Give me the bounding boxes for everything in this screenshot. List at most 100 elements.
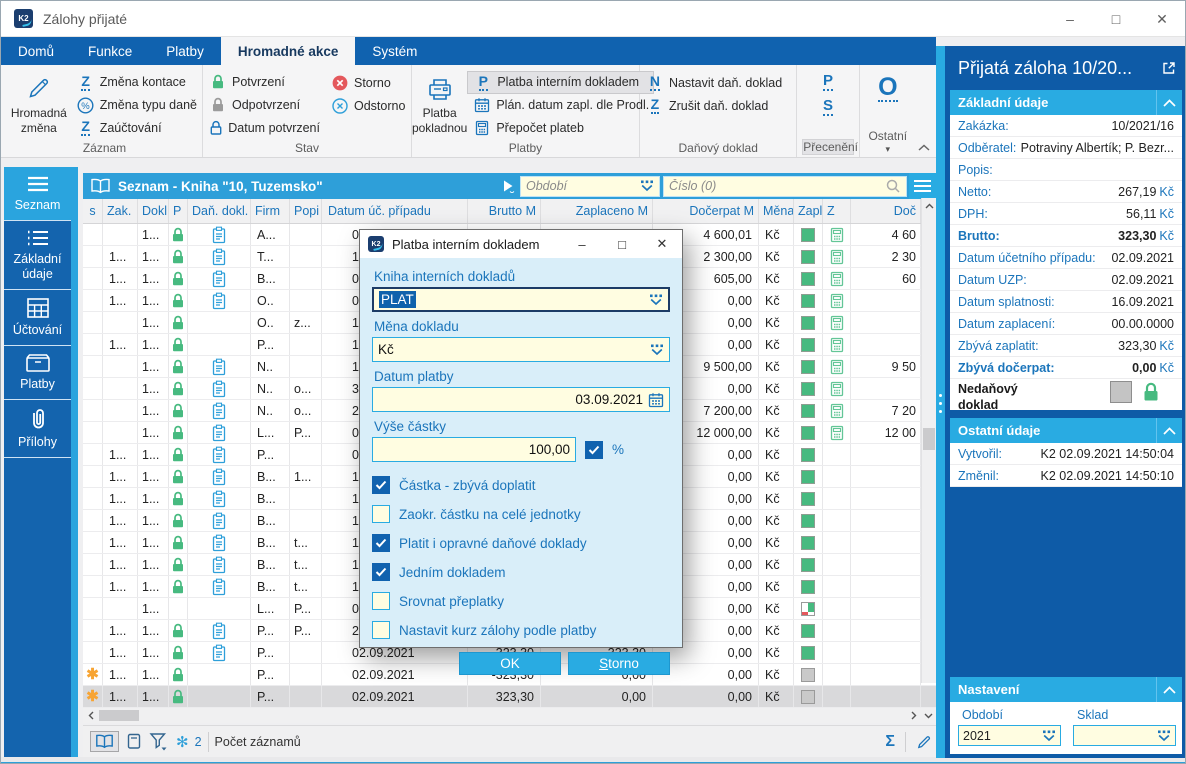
dialog-maximize-button[interactable]: □ [602, 230, 642, 258]
column-header[interactable]: Měna [759, 199, 794, 223]
post-button[interactable]: ZZaúčtování [71, 116, 202, 139]
list-menu-button[interactable] [909, 173, 936, 199]
ribbon-group-ostatni[interactable]: O Ostatní ▾ [860, 65, 916, 157]
warehouse-select[interactable] [1073, 725, 1176, 746]
recalc-payments-button[interactable]: Přepočet plateb [467, 116, 654, 139]
dropdown-chevron-icon[interactable] [1157, 730, 1171, 742]
dialog-checkbox-row[interactable]: Částka - zbývá doplatit [372, 471, 670, 499]
sum-button[interactable]: Σ [885, 733, 895, 751]
tab-domu[interactable]: Domů [1, 37, 71, 65]
dialog-checkbox-row[interactable]: Jedním dokladem [372, 558, 670, 586]
column-header[interactable]: Brutto M [468, 199, 541, 223]
dialog-minimize-button[interactable]: – [562, 230, 602, 258]
planned-payment-date-button[interactable]: Plán. datum zapl. dle Prodl. [467, 94, 654, 117]
edit-pencil-icon[interactable] [916, 734, 932, 750]
dialog-checkbox-row[interactable]: Zaokr. částku na celé jednotky [372, 500, 670, 528]
sidebar-item-platby[interactable]: Platby [4, 346, 71, 400]
number-search-input[interactable]: Číslo (0) [663, 176, 907, 197]
sidebar-item-seznam[interactable]: Seznam [4, 167, 71, 221]
collapse-section-button[interactable] [1156, 418, 1182, 443]
scroll-up-icon[interactable] [922, 198, 937, 214]
dialog-checkbox-row[interactable]: Srovnat přeplatky [372, 587, 670, 615]
checkbox-icon[interactable] [372, 476, 390, 494]
checkbox-icon[interactable] [372, 621, 390, 639]
dropdown-chevron-icon[interactable] [1042, 730, 1056, 742]
tab-system[interactable]: Systém [355, 37, 434, 65]
column-header[interactable]: Doč [851, 199, 921, 223]
storno-button[interactable]: Storno [568, 652, 670, 675]
period-filter-input[interactable]: Období [520, 176, 660, 197]
confirm-date-button[interactable]: Datum potvrzení [203, 116, 325, 139]
column-header[interactable]: s [83, 199, 103, 223]
unconfirm-button[interactable]: Odpotvrzení [203, 94, 325, 117]
collapse-section-button[interactable] [1156, 677, 1182, 702]
checkbox-icon[interactable] [372, 592, 390, 610]
odstorno-button[interactable]: Odstorno [325, 94, 410, 117]
sidebar-item-zakladni-udaje[interactable]: Základní údaje [4, 221, 71, 290]
sidebar-item-uctovani[interactable]: Účtování [4, 290, 71, 346]
confirm-button[interactable]: Potvrzení [203, 71, 325, 94]
period-select[interactable]: 2021 [958, 725, 1061, 746]
hscrollbar-thumb[interactable] [99, 710, 139, 721]
scroll-right-icon[interactable] [906, 708, 921, 723]
column-header[interactable]: Datum úč. případu [322, 199, 468, 223]
sidebar-item-prilohy[interactable]: Přílohy [4, 400, 71, 458]
column-header[interactable]: Zaplaceno M [541, 199, 653, 223]
dropdown-chevron-icon[interactable] [640, 180, 654, 192]
column-header[interactable]: Zapl. [794, 199, 823, 223]
payment-date-input[interactable]: 03.09.2021 [372, 387, 670, 412]
dialog-checkbox-row[interactable]: Platit i opravné daňové doklady [372, 529, 670, 557]
scroll-down-icon[interactable] [921, 708, 936, 723]
minimize-button[interactable]: – [1047, 1, 1093, 37]
dialog-checkbox-row[interactable]: Nastavit kurz zálohy podle platby [372, 616, 670, 644]
nontax-checkbox[interactable] [1110, 381, 1132, 403]
bulk-change-button[interactable]: Hromadná změna [7, 69, 71, 139]
checkbox-icon[interactable] [372, 534, 390, 552]
column-header[interactable]: Z [823, 199, 851, 223]
checkbox-icon[interactable] [372, 563, 390, 581]
collapse-section-button[interactable] [1156, 90, 1182, 115]
open-external-icon[interactable] [1161, 60, 1177, 76]
tab-platby[interactable]: Platby [149, 37, 221, 65]
scroll-left-icon[interactable] [83, 708, 98, 723]
set-tax-doc-button[interactable]: NNastavit daň. doklad [640, 71, 787, 94]
change-posting-button[interactable]: ZZměna kontace [71, 71, 202, 94]
tab-funkce[interactable]: Funkce [71, 37, 149, 65]
scrollbar-thumb[interactable] [923, 428, 935, 450]
vertical-scrollbar[interactable] [921, 198, 936, 683]
book-view-button[interactable] [90, 731, 119, 752]
column-header[interactable]: Daň. dokl. [188, 199, 251, 223]
internal-doc-payment-button[interactable]: PPlatba interním dokladem [467, 71, 654, 94]
collapse-ribbon-button[interactable] [918, 144, 930, 151]
horizontal-scrollbar[interactable] [83, 708, 936, 723]
storno-button[interactable]: Storno [325, 71, 410, 94]
column-header[interactable]: Popi [290, 199, 322, 223]
document-currency-input[interactable]: Kč [372, 337, 670, 362]
filter-button[interactable] [149, 732, 168, 751]
table-row[interactable]: ✱1...1...P...02.09.2021323,300,000,00Kč [83, 686, 936, 708]
column-header[interactable]: Dočerpat M [653, 199, 759, 223]
ok-button[interactable]: OK [459, 652, 561, 675]
column-header[interactable]: P [169, 199, 188, 223]
dropdown-chevron-icon[interactable] [650, 344, 664, 356]
amount-input[interactable]: 100,00 [372, 437, 576, 462]
dropdown-chevron-icon[interactable] [649, 294, 663, 306]
maximize-button[interactable]: □ [1093, 1, 1139, 37]
dialog-close-button[interactable]: ✕ [642, 230, 682, 258]
column-header[interactable]: Zak. [103, 199, 138, 223]
change-tax-type-button[interactable]: %Změna typu daně [71, 94, 202, 117]
panel-splitter[interactable] [936, 46, 945, 758]
card-view-button[interactable] [127, 733, 141, 750]
calendar-icon[interactable] [648, 392, 664, 408]
column-header[interactable]: Dokl [138, 199, 169, 223]
letter-p-icon[interactable]: P [823, 73, 833, 91]
internal-doc-book-input[interactable]: PLAT [372, 287, 670, 312]
play-filter-button[interactable] [496, 179, 520, 193]
cash-payment-button[interactable]: Platba pokladnou [412, 69, 467, 139]
cancel-tax-doc-button[interactable]: ZZrušit daň. doklad [640, 94, 787, 117]
snowflake-icon[interactable]: ✻ [176, 733, 189, 751]
letter-s-icon[interactable]: S [823, 98, 833, 116]
close-button[interactable]: ✕ [1139, 1, 1185, 37]
percent-checkbox[interactable] [585, 441, 603, 459]
tab-hromadne-akce[interactable]: Hromadné akce [221, 37, 356, 65]
